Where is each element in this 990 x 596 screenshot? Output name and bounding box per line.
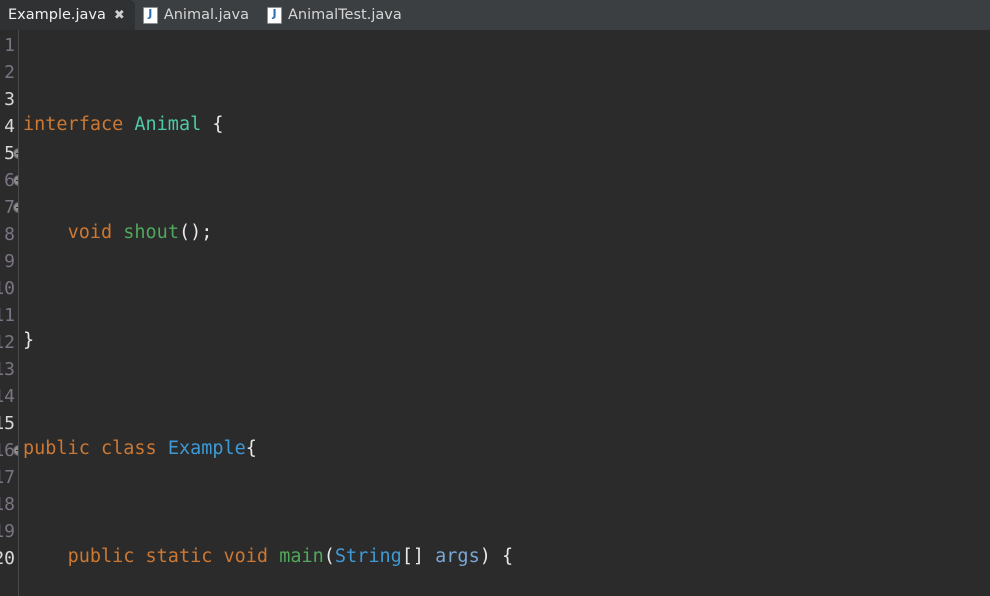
token-brace: }	[23, 330, 35, 351]
token-punct: []	[401, 546, 436, 567]
token-class: Example	[167, 438, 246, 459]
close-icon[interactable]: ✖	[114, 9, 125, 22]
code-content[interactable]: interface Animal { void shout(); } publi…	[19, 30, 990, 596]
line-number: 20	[0, 548, 15, 569]
token-brace: {	[212, 114, 224, 135]
token-class: String	[334, 546, 402, 567]
line-number: 19	[0, 521, 15, 542]
tab-animaltest-java[interactable]: AnimalTest.java	[259, 0, 412, 30]
line-number: 12	[0, 332, 15, 353]
token-method: shout	[123, 222, 179, 243]
code-line-2: void shout();	[19, 219, 990, 246]
token-keyword: class	[100, 438, 157, 459]
line-number: 18	[0, 494, 15, 515]
code-editor[interactable]: 1 2 3 4 5 6 7 8 9 10 11 12 13 14 15 16 1…	[0, 30, 990, 596]
java-file-icon	[142, 6, 158, 24]
line-number: 3	[4, 89, 15, 110]
token-punct: ) {	[479, 546, 514, 567]
tab-label: Example.java	[8, 7, 106, 23]
line-number: 11	[0, 305, 15, 326]
line-number: 4	[4, 116, 15, 137]
line-number: 9	[4, 251, 15, 272]
line-number: 10	[0, 278, 15, 299]
tab-label: AnimalTest.java	[287, 7, 402, 23]
token-keyword: public	[23, 438, 90, 459]
token-param: args	[435, 546, 480, 567]
line-number-gutter[interactable]: 1 2 3 4 5 6 7 8 9 10 11 12 13 14 15 16 1…	[0, 30, 19, 596]
token-punct: (	[323, 546, 335, 567]
token-brace: {	[245, 438, 257, 459]
line-number: 15	[0, 413, 15, 434]
code-line-1: interface Animal {	[19, 111, 990, 138]
token-type: Animal	[134, 114, 202, 135]
code-line-3: }	[19, 327, 990, 354]
line-number: 8	[4, 224, 15, 245]
code-line-4: public class Example{	[19, 435, 990, 462]
token-keyword: static	[145, 546, 213, 567]
line-number: 2	[4, 62, 15, 83]
tab-animal-java[interactable]: Animal.java	[135, 0, 259, 30]
java-file-icon	[266, 6, 282, 24]
tab-label: Animal.java	[163, 7, 249, 23]
editor-tab-bar: Example.java ✖ Animal.java AnimalTest.ja…	[0, 0, 990, 30]
line-number: 13	[0, 359, 15, 380]
token-keyword: public	[67, 546, 135, 567]
token-keyword: void	[223, 546, 269, 567]
token-punct: ();	[178, 222, 213, 243]
code-line-5: public static void main(String[] args) {	[19, 543, 990, 570]
token-keyword: interface	[23, 114, 124, 135]
line-number: 1	[4, 35, 15, 56]
tab-example-java[interactable]: Example.java ✖	[0, 0, 135, 30]
line-number: 17	[0, 467, 15, 488]
token-keyword: void	[67, 222, 113, 243]
token-method: main	[279, 546, 324, 567]
line-number: 14	[0, 386, 15, 407]
